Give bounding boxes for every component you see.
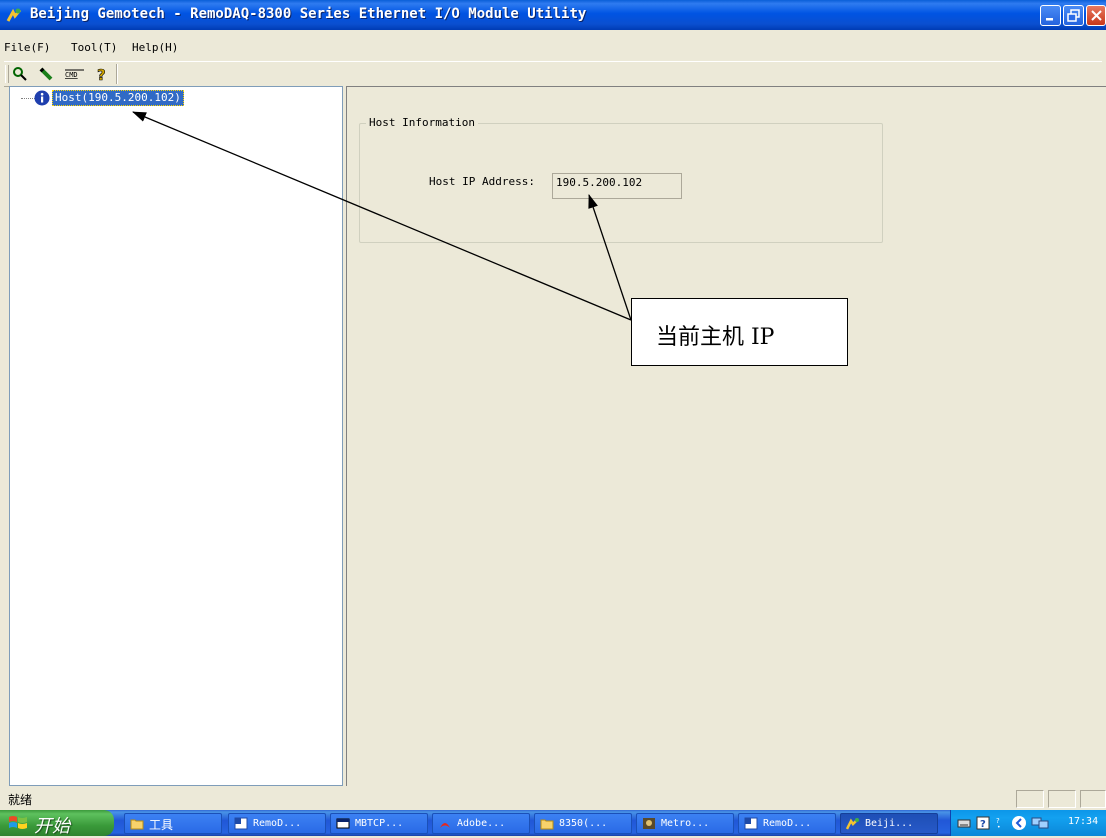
taskbar-item[interactable]: 工具: [124, 813, 222, 834]
taskbar-item[interactable]: RemoD...: [228, 813, 326, 834]
svg-text:•: •: [997, 824, 1001, 830]
status-cell: [1080, 790, 1106, 808]
system-tray: ? ? • 17:34: [950, 810, 1106, 836]
taskbar: 开始 工具 RemoD... MBTCP... Adobe... 8350(..…: [0, 810, 1106, 837]
windows-flag-icon: [9, 816, 27, 829]
taskbar-item-label: Metro...: [661, 818, 710, 829]
taskbar-item-label: RemoD...: [253, 818, 302, 829]
taskbar-item-label: RemoD...: [763, 818, 812, 829]
status-cell: [1048, 790, 1076, 808]
ime-icon[interactable]: ?•: [995, 816, 1005, 830]
gemotech-icon: [846, 818, 859, 830]
folder-icon: [130, 819, 144, 830]
pdf-icon: [440, 823, 450, 828]
keyboard-icon[interactable]: [957, 816, 971, 830]
network-icon[interactable]: [1031, 816, 1049, 830]
window-icon: [336, 818, 350, 829]
start-button[interactable]: 开始: [0, 810, 114, 837]
taskbar-item-label: Adobe...: [457, 818, 506, 829]
taskbar-item[interactable]: 8350(...: [534, 813, 632, 834]
help-tray-icon[interactable]: ?: [976, 816, 990, 830]
clock[interactable]: 17:34: [1068, 816, 1098, 827]
status-text: 就绪: [8, 793, 33, 807]
taskbar-item-label: 8350(...: [559, 818, 608, 829]
taskbar-item-label: Beiji...: [865, 818, 914, 829]
taskbar-item[interactable]: RemoD...: [738, 813, 836, 834]
folder-icon: [540, 819, 554, 830]
taskbar-item-label: 工具: [149, 818, 174, 832]
word-icon: [234, 817, 248, 830]
annotation-callout: 当前主机 IP: [631, 298, 848, 366]
app-icon: [643, 818, 655, 829]
taskbar-item[interactable]: Metro...: [636, 813, 734, 834]
show-hidden-icons-button[interactable]: [1011, 815, 1027, 831]
word-icon: [744, 817, 758, 830]
start-label: 开始: [34, 816, 70, 837]
status-bar: 就绪: [0, 787, 1106, 810]
annotation-arrow-tree: [132, 111, 632, 321]
annotation-text: 当前主机 IP: [656, 325, 775, 350]
annotation-arrows: [132, 111, 632, 321]
taskbar-item-label: MBTCP...: [355, 818, 404, 829]
status-cell: [1016, 790, 1044, 808]
taskbar-item[interactable]: Adobe...: [432, 813, 530, 834]
annotation-arrow-field: [588, 194, 632, 321]
svg-text:?: ?: [980, 819, 986, 830]
taskbar-item[interactable]: MBTCP...: [330, 813, 428, 834]
taskbar-item-active[interactable]: Beiji...: [840, 813, 938, 834]
